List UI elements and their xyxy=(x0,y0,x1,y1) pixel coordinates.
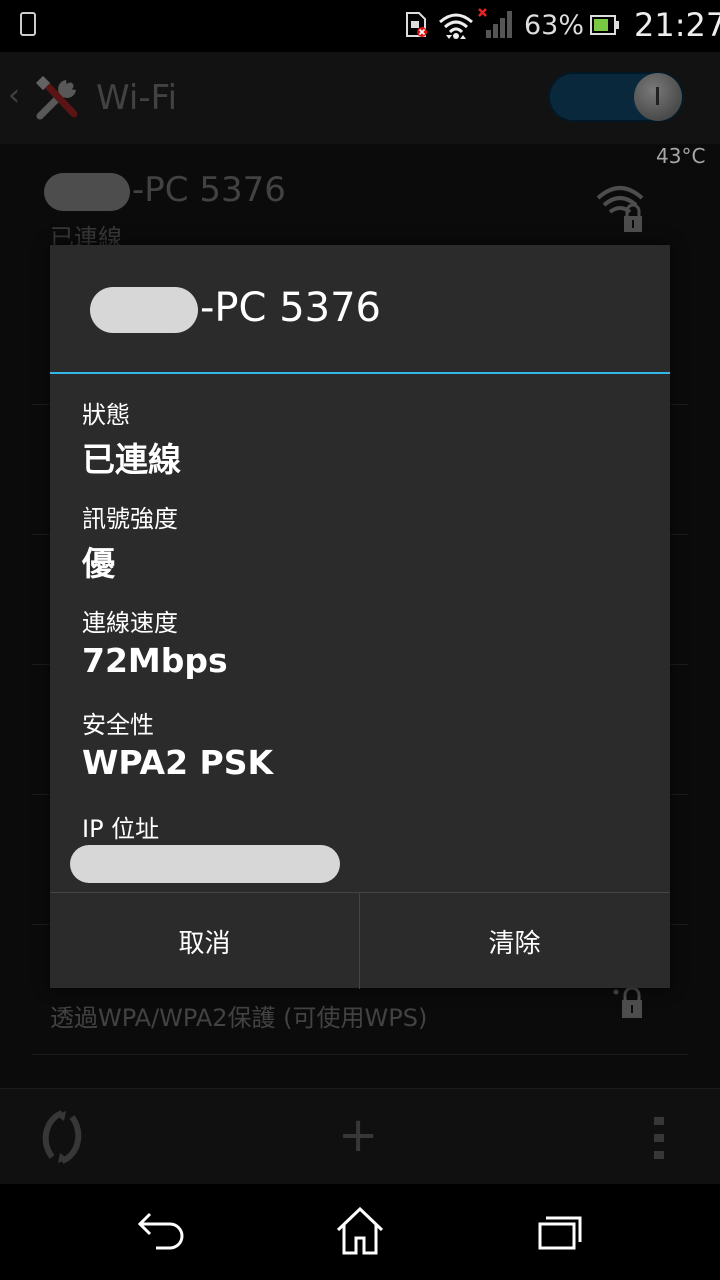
ip-address-label: IP 位址 xyxy=(82,815,160,843)
battery-percent: 63% xyxy=(524,10,585,41)
wifi-signal-icon xyxy=(439,13,473,39)
battery-icon xyxy=(590,15,619,35)
redacted-name xyxy=(90,287,198,333)
dialog-title: -PC 5376 xyxy=(90,285,381,333)
network-details-dialog: -PC 5376 狀態 已連線 訊號強度 優 連線速度 72Mbps 安全性 W… xyxy=(50,245,670,989)
dialog-buttons: 取消 清除 xyxy=(50,892,670,989)
back-icon[interactable] xyxy=(136,1210,186,1254)
cancel-button[interactable]: 取消 xyxy=(50,893,360,989)
forget-button[interactable]: 清除 xyxy=(360,893,669,989)
status-bar: 63% 21:27 xyxy=(0,0,720,52)
link-speed-label: 連線速度 xyxy=(82,609,178,637)
home-icon[interactable] xyxy=(334,1206,386,1256)
recent-apps-icon[interactable] xyxy=(536,1210,584,1252)
ip-address-value xyxy=(70,845,340,883)
link-speed-value: 72Mbps xyxy=(82,641,228,680)
status-label: 狀態 xyxy=(82,401,130,429)
security-label: 安全性 xyxy=(82,711,154,739)
phone-notification-icon xyxy=(20,12,36,36)
signal-strength-label: 訊號強度 xyxy=(82,505,178,533)
signal-strength-value: 優 xyxy=(82,544,115,583)
title-divider xyxy=(50,372,670,374)
navigation-bar xyxy=(0,1184,720,1280)
status-value: 已連線 xyxy=(82,440,181,479)
clock: 21:27 xyxy=(634,6,720,44)
security-value: WPA2 PSK xyxy=(82,743,274,782)
cellular-signal-icon xyxy=(478,8,512,38)
dialog-title-suffix: -PC 5376 xyxy=(200,285,381,331)
sim-error-icon xyxy=(406,12,427,37)
